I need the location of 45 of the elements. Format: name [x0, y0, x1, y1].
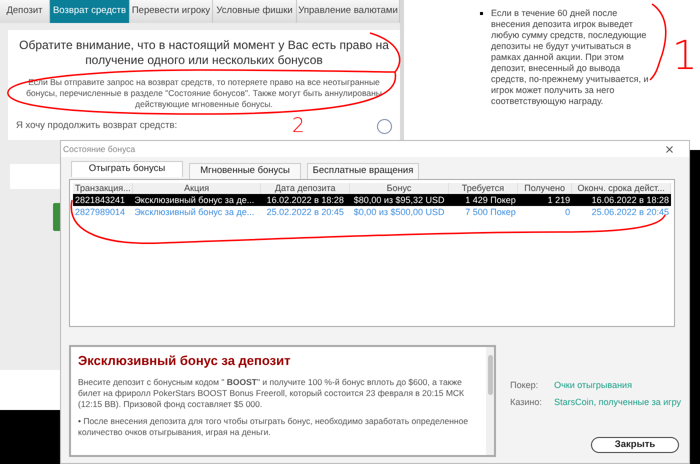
side-note-text: Если в течение 60 дней после внесения депозита игрок выведет любую сумму средств, последующие депозиты не будут учитываться в рамках данной акции. При этом депозит, внесенный до вывода средств, по-прежнему учитывается, и игрок может получить за него соответствующую награду. [491, 8, 650, 107]
notice-heading: Обратите внимание, что в настоящий момент у Вас есть право на получение одного или нескольких бонусов [18, 38, 390, 68]
table-cell-text: Эксклюзивный бонус за де... [133, 194, 256, 206]
bullet-icon [480, 12, 483, 15]
table-row[interactable]: 2821843241 Эксклюзивный бонус за де... 16.02.2022 в 18:28 $80,00 из $95,32 USD 1 429 Покер 1 219 16.06.2022 в 18:28 [73, 194, 671, 206]
table-cell-text: 25.02.2022 в 20:45 [266, 206, 345, 218]
top-tab[interactable]: Депозит [0, 0, 50, 23]
button-fragment [53, 203, 60, 231]
legend-value: Очки отыгрывания [554, 379, 632, 392]
dialog-tab[interactable]: Отыграть бонусы [71, 161, 183, 177]
legend-label: Покер: [510, 379, 540, 392]
dialog-tab[interactable]: Бесплатные вращения [307, 163, 419, 179]
table-cell-text: 2827989014 [74, 206, 126, 218]
table-cell-text: 16.02.2022 в 18:28 [266, 194, 345, 206]
table-cell-text: Эксклюзивный бонус за де... [133, 206, 256, 218]
hand-drawn-number: 1 [672, 36, 698, 76]
table-row[interactable]: 2827989014 Эксклюзивный бонус за де... 25.02.2022 в 20:45 $0,00 из $500,00 USD 7 500 Покер 0 25.06.2022 в 20:45 [73, 206, 671, 218]
table-cell-text: $80,00 из $95,32 USD [352, 194, 446, 206]
promo-text: • После внесения депозита для того чтобы отыграть бонус, необходимо заработать определенное количество очков отыгрывания, играя на деньги. [78, 416, 470, 438]
legend-label: Казино: [510, 396, 543, 408]
table-cell-text: 25.06.2022 в 20:45 [590, 206, 670, 218]
confirm-label: Я хочу продолжить возврат средств: [16, 119, 178, 134]
table-cell-text: 0 [564, 206, 572, 218]
scrollbar[interactable] [486, 347, 494, 455]
hand-drawn-number: 2 [292, 115, 305, 135]
table-cell-text: 7 500 Покер [464, 206, 517, 218]
close-icon[interactable] [664, 144, 675, 154]
dark-background [0, 410, 60, 464]
top-tab[interactable]: Перевести игроку [130, 0, 213, 23]
promo-title: Эксклюзивный бонус за депозит [78, 352, 292, 370]
top-tab[interactable]: Управление валютами [297, 0, 400, 23]
promo-text: Внесите депозит с бонусным кодом " BOOST" и получите 100 %-й бонус вплоть до $600, а также билет на фриролл PokerStars BOOST Bonus Freeroll, который состоится 23 февраля в 20:15 МСК (12:15 ВВ). Призовой фонд составляет $5 000. [78, 376, 465, 410]
table-cell-text: 1 429 Покер [464, 194, 517, 206]
close-button[interactable]: Закрыть [591, 437, 679, 453]
table-cell-text: 16.06.2022 в 18:28 [590, 194, 670, 206]
notice-text: Если Вы отправите запрос на возврат средств, то потеряете право на все неотыгранные бонусы, перечисленные в разделе "Состояние бонусов". Также могут быть аннулированы действующие мгновенные бонусы. [25, 77, 383, 110]
dialog-title: Состояние бонуса [63, 142, 136, 156]
table-cell-text: 2821843241 [74, 194, 126, 206]
legend-value: StarsCoin, полученные за игру [554, 396, 681, 409]
table-cell-text: 1 219 [546, 194, 572, 206]
top-tab[interactable]: Условные фишки [213, 0, 297, 23]
dialog-tab[interactable]: Мгновенные бонусы [189, 163, 301, 179]
confirm-radio[interactable] [377, 119, 392, 134]
top-tab[interactable]: Возврат средств [50, 0, 130, 23]
table-cell-text: $0,00 из $500,00 USD [352, 206, 446, 218]
